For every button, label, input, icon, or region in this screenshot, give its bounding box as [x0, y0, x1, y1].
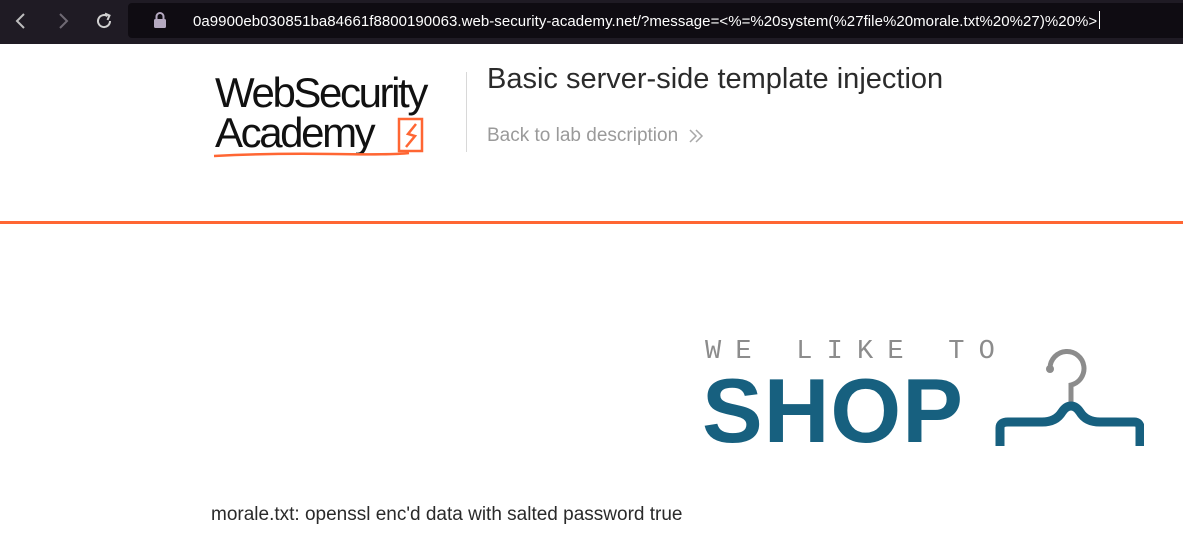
back-link-label: Back to lab description — [487, 125, 679, 146]
address-bar[interactable]: 0a9900eb030851ba84661f8800190063.web-sec… — [128, 3, 1183, 38]
back-to-lab-description-link[interactable]: Back to lab description — [487, 125, 704, 147]
forward-button[interactable] — [50, 8, 76, 34]
web-security-academy-logo[interactable]: WebSecurity Academy — [213, 68, 465, 163]
lab-title: Basic server-side template injection — [487, 63, 944, 95]
logo-flash-icon — [397, 117, 424, 153]
shop-name: SHOP — [702, 361, 964, 462]
logo-line1: WebSecurity — [215, 69, 428, 116]
text-caret — [1099, 11, 1101, 29]
browser-toolbar: 0a9900eb030851ba84661f8800190063.web-sec… — [0, 0, 1183, 44]
hanger-icon — [995, 349, 1144, 446]
header-divider — [466, 72, 467, 152]
double-chevron-right-icon — [689, 129, 704, 143]
lock-icon — [154, 12, 166, 28]
logo-underline-swoosh — [213, 151, 410, 158]
logo-line2: Academy — [215, 109, 376, 156]
header-accent-rule — [0, 221, 1183, 224]
chevron-right-icon — [59, 13, 69, 29]
reload-button[interactable] — [91, 8, 117, 34]
url-text[interactable]: 0a9900eb030851ba84661f8800190063.web-sec… — [193, 11, 1101, 30]
back-button[interactable] — [8, 8, 34, 34]
chevron-left-icon — [15, 13, 25, 29]
reload-icon — [97, 12, 112, 29]
template-output-message: morale.txt: openssl enc'd data with salt… — [211, 504, 683, 525]
